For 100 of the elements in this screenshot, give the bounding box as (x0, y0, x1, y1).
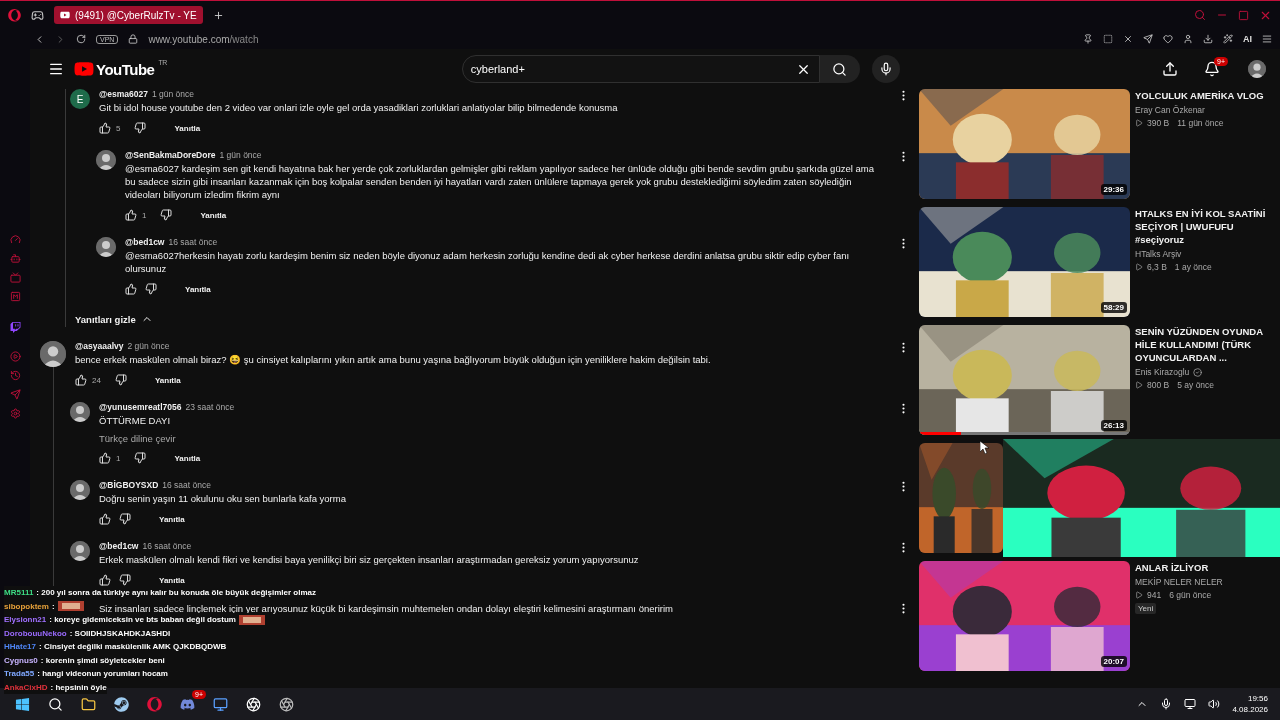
video-duration: 26:13 (1100, 420, 1127, 431)
avatar-icon (1248, 60, 1266, 78)
menu-icon[interactable] (48, 61, 64, 77)
comment-time: 16 saat önce (168, 237, 218, 247)
search-button[interactable] (819, 55, 860, 83)
view-count: 941 (1147, 590, 1162, 600)
reply-button[interactable]: Yanıtla (166, 451, 209, 465)
like-count: 1 (116, 453, 121, 463)
new-badge: Yeni (1135, 603, 1157, 614)
like-icon[interactable] (99, 513, 111, 525)
twitch-icon[interactable] (9, 322, 21, 333)
hide-replies-button[interactable]: Yanıtları gizle (75, 313, 153, 325)
dislike-icon[interactable] (119, 574, 131, 586)
like-icon[interactable] (99, 452, 111, 464)
snapshot-icon[interactable] (1103, 34, 1113, 44)
volume-icon[interactable] (1208, 698, 1221, 710)
video-title[interactable]: ANLAR İZLİYOR (1135, 561, 1274, 574)
ai-button[interactable]: AI (1243, 34, 1252, 44)
search-icon (832, 61, 848, 77)
avatar-icon (70, 541, 90, 561)
search-field[interactable]: cyberland+ (461, 55, 820, 83)
new-tab-icon[interactable] (212, 9, 224, 21)
chat-message: Trada55 : hangi videonun yorumları hocam (4, 667, 168, 681)
translate-link[interactable]: Türkçe diline çevir (99, 433, 876, 444)
video-title[interactable]: YOLCULUK AMERİKA VLOG (1135, 89, 1274, 102)
profile-icon[interactable] (1183, 34, 1193, 44)
dislike-icon[interactable] (114, 374, 127, 386)
dislike-icon[interactable] (134, 122, 147, 134)
reply-button[interactable]: Yanıtla (177, 282, 219, 296)
like-icon[interactable] (99, 122, 111, 134)
mic-icon[interactable] (1160, 698, 1173, 710)
dislike-icon[interactable] (160, 209, 173, 221)
gamepad-icon[interactable] (31, 8, 44, 22)
opera-icon[interactable] (8, 8, 21, 22)
reply-button[interactable]: Yanıtla (146, 373, 189, 387)
reload-icon[interactable] (76, 34, 86, 44)
mic-button[interactable] (871, 55, 900, 83)
like-icon[interactable] (125, 209, 137, 221)
upload-age: 5 ay önce (1177, 380, 1215, 390)
reply-button[interactable]: Yanıtla (192, 208, 235, 222)
dislike-icon[interactable] (145, 283, 157, 295)
history-icon[interactable] (9, 370, 21, 381)
url-field[interactable]: www.youtube.com/watch (148, 33, 259, 45)
block-icon[interactable] (1123, 34, 1133, 44)
reply-button[interactable]: Yanıtla (151, 512, 193, 526)
comment-text: Git bi idol house youtube den 2 video var onlari izle oyle gel orda yasadiklari zorluklari anlatiyolar bilip bilmedende konusma (99, 101, 619, 114)
gauge-icon[interactable] (9, 234, 21, 245)
comment-text: ÖTTÜRME DAYI (99, 414, 172, 427)
dislike-icon[interactable] (134, 452, 147, 464)
like-count: 1 (142, 210, 147, 220)
views-icon (1135, 263, 1143, 271)
video-title[interactable]: SENİN YÜZÜNDEN OYUNDA HİLE KULLANDIM! (TÜRK OYUNCULARDAN ... (1135, 325, 1274, 364)
channel-name[interactable]: HTalks Arşiv (1135, 249, 1182, 259)
video-duration: 58:29 (1100, 302, 1127, 313)
comment-author[interactable]: @BİGBOYSXD (99, 480, 159, 490)
download-icon[interactable] (1203, 34, 1213, 44)
avatar-icon (70, 402, 90, 422)
dislike-icon[interactable] (119, 513, 131, 525)
reply-button[interactable]: Yanıtla (166, 121, 209, 135)
lock-icon (128, 34, 139, 44)
reply-button[interactable]: Yanıtla (151, 573, 193, 587)
browser-tab[interactable]: (9491) @CyberRulzTv - YE (54, 6, 203, 24)
channel-name[interactable]: MEKİP NELER NELER (1135, 577, 1223, 587)
wand-icon[interactable] (1223, 34, 1233, 44)
video-title[interactable]: HTALKS EN İYİ KOL SAATİNİ SEÇİYOR | UWUFUFU #seçiyoruz (1135, 207, 1274, 246)
comment-author[interactable]: @bed1cw (125, 237, 165, 247)
views-icon (1135, 381, 1143, 389)
views-icon (1135, 591, 1143, 599)
network-icon[interactable] (1184, 698, 1197, 710)
channel-name[interactable]: Eray Can Özkenar (1135, 105, 1205, 115)
avatar-icon (96, 237, 116, 257)
view-count: 800 B (1147, 380, 1170, 390)
avatar-icon (70, 480, 90, 500)
comment-author[interactable]: @esma6027 (99, 89, 148, 99)
upload-age: 6 gün önce (1169, 590, 1212, 600)
upload-icon[interactable] (1162, 61, 1178, 77)
comment-author[interactable]: @bed1cw (99, 541, 139, 551)
clock[interactable]: 19:56 4.08.2026 (1232, 693, 1268, 715)
pin-icon[interactable] (1083, 34, 1093, 44)
upload-age: 11 gün önce (1177, 118, 1224, 128)
youtube-icon (60, 10, 70, 20)
comment-time: 23 saat önce (185, 402, 235, 412)
avatar-icon (40, 341, 66, 367)
comment-text: Erkek maskülen olmalı kendi fikri ve kendisi baya yenilikçi biri siz gerçekten insanları araştırmadan gereksiz yorum yapıyorsunuz (99, 553, 640, 566)
avatar-letter: E (70, 89, 90, 109)
channel-name[interactable]: Enis Kirazoglu (1135, 367, 1190, 377)
like-icon[interactable] (125, 283, 137, 295)
upload-age: 1 ay önce (1174, 262, 1212, 272)
comment-time: 16 saat önce (162, 480, 211, 490)
like-icon[interactable] (99, 574, 111, 586)
comment-author[interactable]: @asyaaalvy (75, 341, 124, 351)
mic-icon (878, 62, 893, 76)
like-icon[interactable] (75, 374, 87, 386)
comment-text: Doğru senin yaşın 11 okulunu oku sen bunlarla kafa yorma (99, 492, 347, 505)
bot-icon[interactable] (9, 253, 21, 264)
comment-author[interactable]: @SenBakmaDoreDore (125, 150, 216, 160)
comment-author[interactable]: @yunusemreatl7056 (99, 402, 182, 412)
views-icon (1135, 119, 1143, 127)
heart-icon[interactable] (1163, 34, 1173, 44)
avatar-icon (96, 150, 116, 170)
